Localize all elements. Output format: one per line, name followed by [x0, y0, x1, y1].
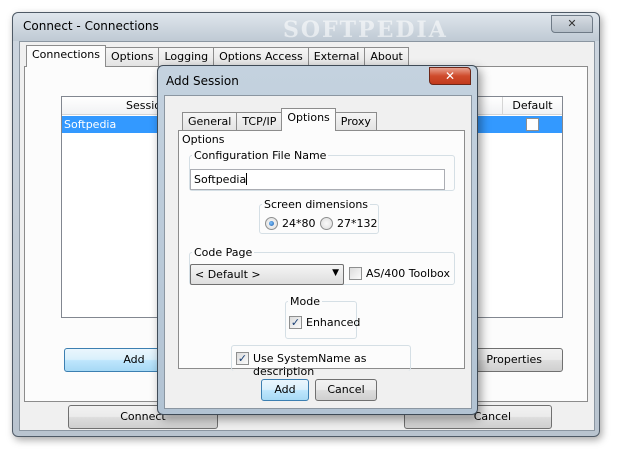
tab-options[interactable]: Options: [104, 47, 160, 67]
main-titlebar[interactable]: Connect - Connections SOFTPEDIA ✕: [13, 13, 599, 43]
use-systemname-checkbox[interactable]: ✓: [236, 352, 249, 365]
tab-about[interactable]: About: [364, 47, 409, 67]
main-close-button[interactable]: ✕: [551, 15, 593, 33]
config-file-value: Softpedia: [194, 173, 247, 186]
use-systemname-label: Use SystemName as description: [253, 352, 367, 378]
tab-dialog-options[interactable]: Options: [281, 108, 336, 131]
dialog-add-button[interactable]: Add: [261, 379, 309, 401]
enhanced-label: Enhanced: [306, 316, 361, 329]
config-file-input[interactable]: Softpedia: [190, 169, 445, 190]
screen-dimensions-group: Screen dimensions 24*80 27*132: [259, 198, 379, 234]
tab-options-access[interactable]: Options Access: [213, 47, 309, 67]
tab-proxy[interactable]: Proxy: [334, 112, 377, 131]
radio-27x132[interactable]: [320, 217, 333, 230]
options-panel: Options Configuration File Name Softpedi…: [178, 130, 465, 378]
main-window-title: Connect - Connections: [23, 19, 159, 33]
tab-tcpip[interactable]: TCP/IP: [236, 112, 283, 131]
chevron-down-icon: ▼: [332, 268, 339, 278]
column-default[interactable]: Default: [502, 97, 562, 115]
softpedia-watermark: SOFTPEDIA: [283, 17, 448, 43]
dialog-tab-strip: General TCP/IP Options Proxy: [182, 108, 377, 131]
tab-external[interactable]: External: [307, 47, 366, 67]
radio-27x132-label: 27*132: [337, 217, 378, 230]
main-tab-strip: Connections Options Logging Options Acce…: [26, 45, 409, 67]
code-page-label: Code Page: [192, 246, 255, 259]
column-session[interactable]: Session: [62, 99, 172, 112]
text-caret: [246, 173, 248, 185]
tab-connections[interactable]: Connections: [26, 45, 106, 67]
tab-logging[interactable]: Logging: [158, 47, 215, 67]
mode-group: Mode ✓ Enhanced: [285, 295, 361, 339]
code-page-value: < Default >: [195, 268, 261, 281]
enhanced-checkbox[interactable]: ✓: [289, 316, 302, 329]
dialog-close-button[interactable]: ✕: [429, 67, 471, 85]
radio-24x80-label: 24*80: [282, 217, 316, 230]
as400-toolbox-checkbox[interactable]: [349, 267, 362, 280]
screen-dimensions-label: Screen dimensions: [262, 198, 371, 211]
radio-24x80[interactable]: [265, 217, 278, 230]
config-file-group: Configuration File Name Softpedia: [189, 149, 455, 191]
code-page-select[interactable]: < Default > ▼: [190, 264, 344, 285]
dialog-client-area: General TCP/IP Options Proxy Options Con…: [164, 95, 472, 409]
tab-general[interactable]: General: [182, 112, 238, 131]
mode-label: Mode: [288, 295, 322, 308]
add-session-dialog: Add Session ✕ General TCP/IP Options Pro…: [157, 65, 478, 415]
session-name: Softpedia: [64, 118, 117, 131]
code-page-group: Code Page < Default > ▼ AS/400 Toolbox: [189, 246, 455, 285]
config-file-label: Configuration File Name: [192, 149, 329, 162]
options-heading: Options: [182, 133, 225, 146]
dialog-cancel-button[interactable]: Cancel: [315, 379, 377, 401]
default-checkbox[interactable]: [526, 118, 539, 131]
dialog-title: Add Session: [166, 74, 239, 88]
systemname-group: ✓ Use SystemName as description: [231, 345, 411, 378]
as400-toolbox-label: AS/400 Toolbox: [366, 267, 450, 280]
